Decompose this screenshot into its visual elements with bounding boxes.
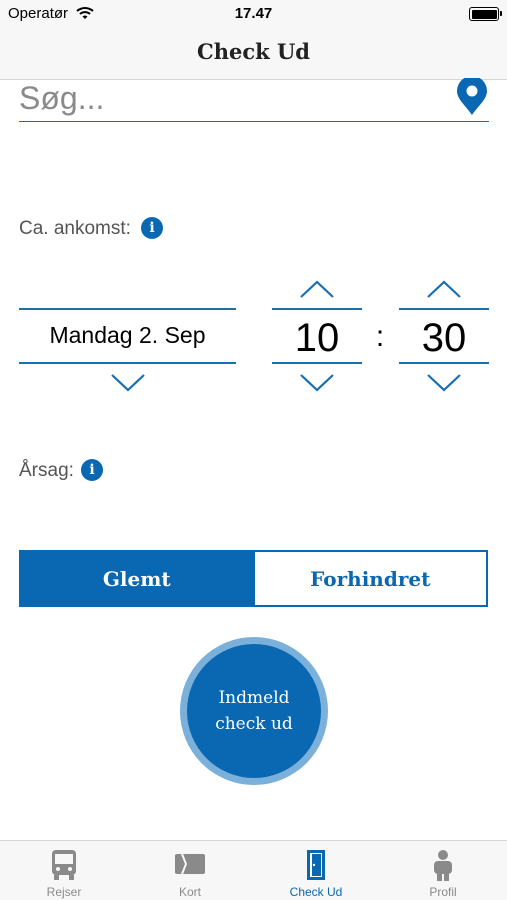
search-input[interactable] xyxy=(19,78,439,118)
tab-profil[interactable]: Profil xyxy=(380,841,506,900)
submit-checkout-button-face[interactable]: Indmeld check ud xyxy=(187,644,321,778)
battery-icon xyxy=(469,7,502,21)
date-value: Mandag 2. Sep xyxy=(49,322,206,348)
door-icon xyxy=(305,849,327,886)
location-pin-icon[interactable] xyxy=(455,76,489,121)
date-top-line xyxy=(19,308,236,310)
card-icon xyxy=(173,849,207,884)
arrival-label: Ca. ankomst: xyxy=(19,218,131,239)
hour-top-line xyxy=(272,308,362,310)
minute-value: 30 xyxy=(421,316,467,360)
navigation-bar: Check Ud xyxy=(0,28,507,80)
page-title: Check Ud xyxy=(197,39,310,64)
tab-label-rejser: Rejser xyxy=(46,885,82,899)
hour-up-chevron-icon[interactable] xyxy=(299,279,335,304)
search-field[interactable] xyxy=(19,76,489,122)
reason-segmented-control: Glemt Forhindret xyxy=(19,550,488,607)
minute-up-chevron-icon[interactable] xyxy=(426,279,462,304)
clock: 17.47 xyxy=(234,5,273,22)
hour-value: 10 xyxy=(294,316,340,360)
tab-bar: Rejser Kort Check Ud Profil xyxy=(0,840,507,900)
date-down-chevron-icon[interactable] xyxy=(110,373,146,398)
reason-option-forhindret[interactable]: Forhindret xyxy=(252,552,486,605)
tab-label-kort: Kort xyxy=(178,885,201,899)
tab-check-ud[interactable]: Check Ud xyxy=(253,841,379,900)
time-separator: : xyxy=(375,320,385,353)
tab-rejser[interactable]: Rejser xyxy=(1,841,127,900)
status-bar: Operatør 17.47 xyxy=(0,0,507,28)
bus-icon xyxy=(50,849,78,886)
hour-bottom-line xyxy=(272,362,362,364)
minute-bottom-line xyxy=(399,362,489,364)
reason-option-glemt[interactable]: Glemt xyxy=(21,552,253,605)
date-bottom-line xyxy=(19,362,236,364)
reason-label: Årsag: xyxy=(19,460,74,481)
submit-checkout-label-line1: Indmeld xyxy=(218,688,290,708)
minute-down-chevron-icon[interactable] xyxy=(426,373,462,398)
tab-kort[interactable]: Kort xyxy=(127,841,253,900)
submit-checkout-label-line2: check ud xyxy=(215,714,293,734)
hour-down-chevron-icon[interactable] xyxy=(299,373,335,398)
tab-label-check-ud: Check Ud xyxy=(289,885,343,899)
tab-label-profil: Profil xyxy=(429,885,457,899)
reason-info-icon[interactable]: i xyxy=(81,459,103,481)
arrival-info-icon[interactable]: i xyxy=(141,217,163,239)
person-icon xyxy=(430,849,456,886)
submit-checkout-button[interactable]: Indmeld check ud xyxy=(180,637,328,785)
minute-top-line xyxy=(399,308,489,310)
